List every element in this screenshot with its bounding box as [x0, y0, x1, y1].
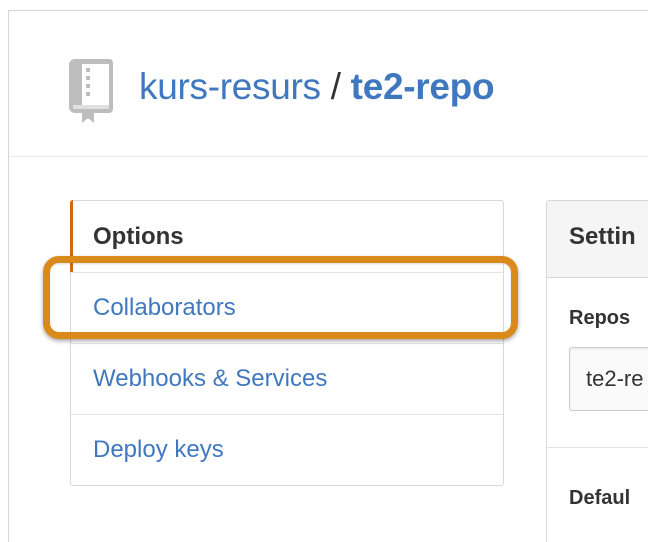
settings-panel-title: Settin — [569, 223, 636, 250]
repository-name-label: Repos — [569, 307, 631, 329]
default-branch-label: Defaul — [569, 487, 631, 509]
settings-panel-header: Settin — [547, 201, 648, 278]
repo-title: kurs-resurs / te2-repo — [139, 63, 495, 111]
settings-menu: Options Collaborators Webhooks & Service… — [70, 200, 504, 486]
collaborators-highlight-outline — [43, 256, 518, 339]
repository-name-input[interactable]: te2-re — [569, 347, 648, 411]
repo-book-icon — [69, 59, 113, 123]
repo-header: kurs-resurs / te2-repo — [9, 11, 648, 157]
settings-panel: Settin Repos te2-re Defaul — [546, 200, 648, 542]
settings-divider — [547, 447, 648, 448]
menu-item-webhooks-services[interactable]: Webhooks & Services — [71, 344, 503, 414]
repo-owner-link[interactable]: kurs-resurs — [139, 66, 321, 107]
menu-item-deploy-keys[interactable]: Deploy keys — [71, 415, 503, 485]
repo-name-link[interactable]: te2-repo — [351, 66, 495, 107]
page-frame: kurs-resurs / te2-repo Options Collabora… — [8, 10, 648, 542]
repo-path-separator: / — [320, 66, 351, 107]
